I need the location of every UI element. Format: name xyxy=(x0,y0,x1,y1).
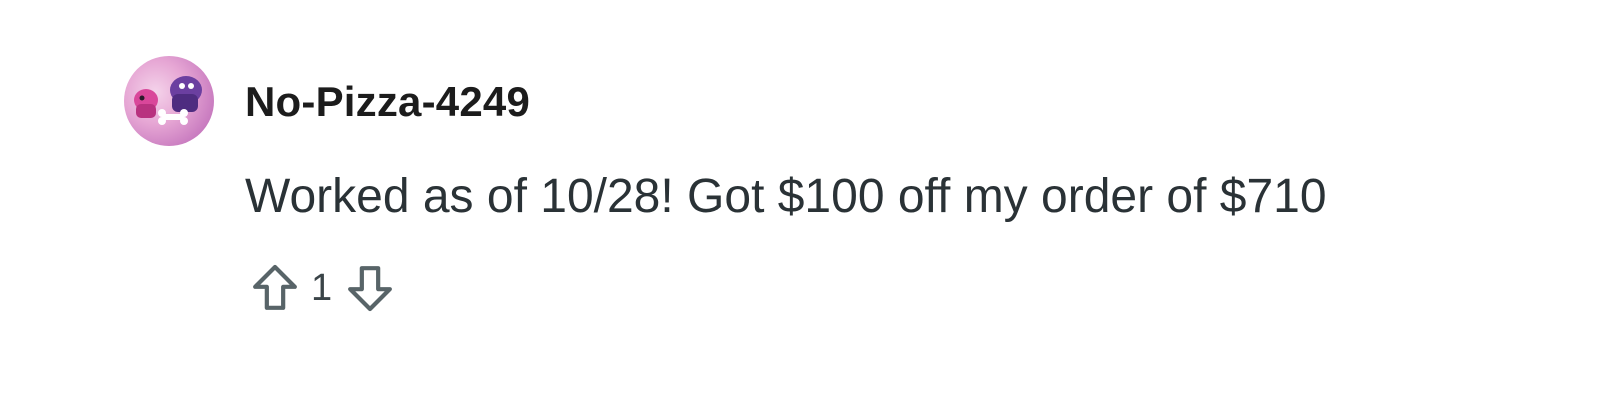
downvote-button[interactable] xyxy=(340,258,400,318)
avatar-image xyxy=(134,76,202,125)
avatar[interactable] xyxy=(124,56,214,146)
upvote-button[interactable] xyxy=(245,258,305,318)
arrow-up-icon xyxy=(253,264,297,310)
comment: No-Pizza-4249 Worked as of 10/28! Got $1… xyxy=(0,0,1600,400)
comment-body: Worked as of 10/28! Got $100 off my orde… xyxy=(245,170,1327,223)
vote-actions: 1 xyxy=(245,258,400,318)
arrow-down-icon xyxy=(348,266,393,312)
vote-score: 1 xyxy=(311,267,333,309)
comment-author[interactable]: No-Pizza-4249 xyxy=(245,76,530,128)
